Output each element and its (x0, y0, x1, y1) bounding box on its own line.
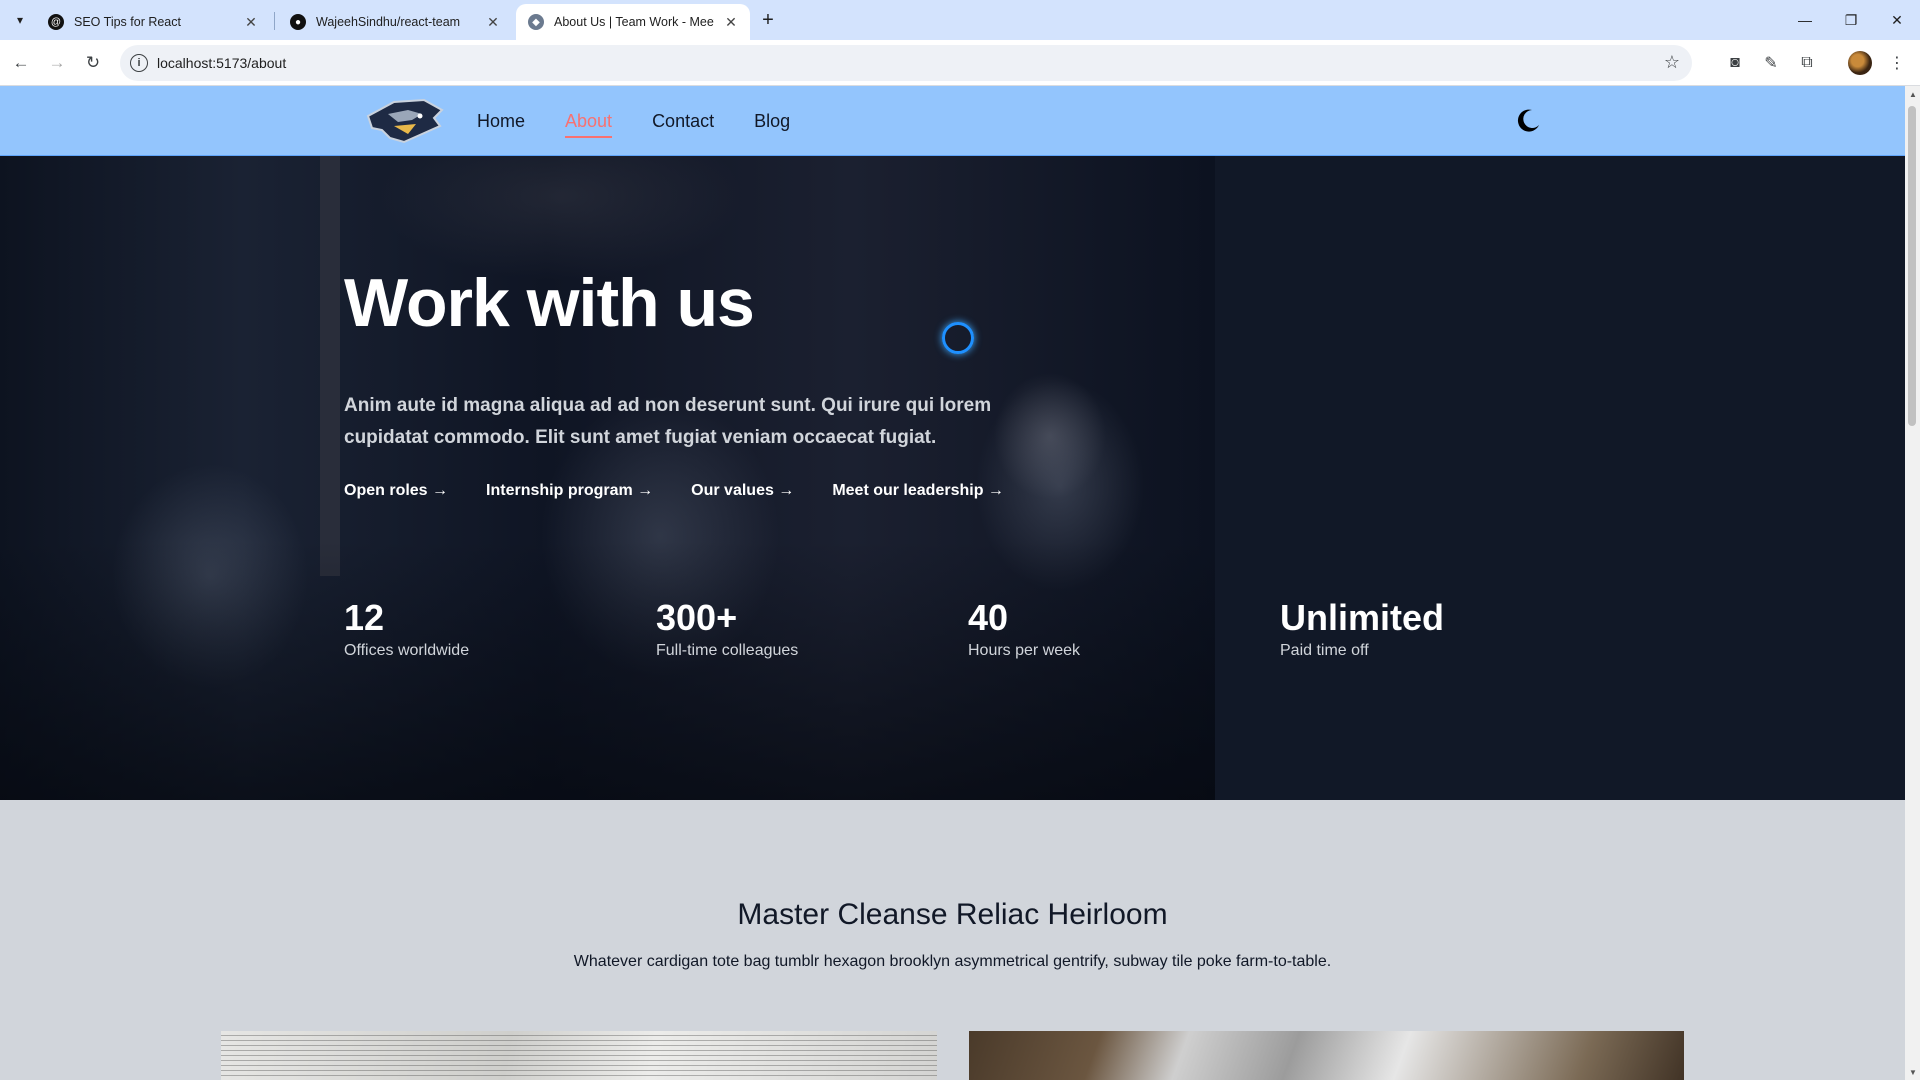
cursor-loading-ring-icon (942, 322, 974, 354)
stat-value: 40 (968, 597, 1009, 638)
bookmark-star-icon[interactable]: ☆ (1664, 52, 1680, 73)
browser-toolbar: ← → ↻ i localhost:5173/about ☆ ◙ ✎ ⧉ ⋮ (0, 40, 1920, 86)
extensions-icon[interactable]: ⧉ (1794, 50, 1820, 76)
stat-colleagues: 300+ Full-time colleagues (656, 596, 798, 660)
tab-title: WajeehSindhu/react-team (316, 15, 461, 29)
nav-contact[interactable]: Contact (652, 111, 714, 132)
new-tab-button[interactable]: + (756, 8, 780, 32)
open-roles-link[interactable]: Open roles → (344, 482, 448, 500)
stat-value: 300+ (656, 597, 738, 638)
browser-tab-github[interactable]: ● WajeehSindhu/react-team ✕ (278, 4, 512, 40)
site-info-icon[interactable]: i (130, 54, 148, 72)
laptop-image (969, 1031, 1684, 1080)
threads-icon: @ (48, 14, 64, 30)
camera-icon[interactable]: ◙ (1722, 50, 1748, 76)
stat-pto: Unlimited Paid time off (1280, 596, 1444, 660)
section-title: Master Cleanse Reliac Heirloom (737, 898, 1168, 931)
meet-leadership-link[interactable]: Meet our leadership → (832, 482, 1004, 500)
browser-tab-about[interactable]: ◆ About Us | Team Work - Meet t ✕ (516, 4, 750, 40)
tab-title: About Us | Team Work - Meet t (554, 15, 714, 29)
back-icon[interactable]: ← (6, 48, 36, 78)
stat-label: Full-time colleagues (656, 642, 799, 659)
close-icon[interactable]: ✕ (724, 14, 738, 31)
nav-home[interactable]: Home (477, 111, 525, 132)
url-text[interactable]: localhost:5173/about (157, 55, 286, 71)
stat-label: Paid time off (1280, 642, 1369, 659)
menu-kebab-icon[interactable]: ⋮ (1884, 50, 1910, 76)
stat-value: 12 (344, 597, 385, 638)
restore-icon[interactable]: ❐ (1828, 0, 1874, 40)
main-nav: Home About Contact Blog (477, 86, 790, 156)
team-photo-background (0, 156, 1215, 800)
eyedropper-icon[interactable]: ✎ (1758, 50, 1784, 76)
close-window-icon[interactable]: ✕ (1874, 0, 1920, 40)
tab-search-icon[interactable]: ▾ (8, 8, 32, 32)
hero-section: Work with us Anim aute id magna aliqua a… (0, 156, 1905, 800)
hero-subtitle: Anim aute id magna aliqua ad ad non dese… (344, 395, 992, 448)
site-header: Home About Contact Blog (0, 86, 1905, 156)
page-viewport: Home About Contact Blog Work with us Ani… (0, 86, 1905, 1080)
close-icon[interactable]: ✕ (486, 14, 500, 31)
github-icon: ● (290, 14, 306, 30)
newspaper-image (221, 1031, 937, 1080)
hero-links: Open roles → Internship program → Our va… (344, 482, 1004, 500)
stat-label: Offices worldwide (344, 642, 470, 659)
moon-icon[interactable] (1514, 106, 1542, 134)
forward-icon[interactable]: → (42, 48, 72, 78)
browser-tab-strip: ▾ @ SEO Tips for React ✕ ● WajeehSindhu/… (0, 0, 1920, 40)
nav-about[interactable]: About (565, 111, 613, 138)
our-values-link[interactable]: Our values → (691, 482, 794, 500)
close-icon[interactable]: ✕ (244, 14, 258, 31)
internship-program-link[interactable]: Internship program → (486, 482, 653, 500)
scrollbar-thumb[interactable] (1908, 106, 1916, 426)
scroll-down-icon[interactable]: ▼ (1909, 1068, 1917, 1077)
scroll-up-icon[interactable]: ▲ (1909, 90, 1917, 99)
stat-label: Hours per week (968, 642, 1081, 659)
reload-icon[interactable]: ↻ (78, 48, 108, 78)
section-subtitle: Whatever cardigan tote bag tumblr hexago… (573, 953, 1332, 970)
hero-title: Work with us (344, 265, 755, 341)
stat-hours: 40 Hours per week (968, 596, 1080, 660)
address-bar[interactable]: i localhost:5173/about ☆ (120, 45, 1692, 81)
predator-logo[interactable] (364, 94, 446, 148)
predator-logo-icon: ◆ (528, 14, 544, 30)
minimize-icon[interactable]: — (1782, 0, 1828, 40)
tab-title: SEO Tips for React (74, 15, 181, 29)
nav-blog[interactable]: Blog (754, 111, 790, 132)
stat-offices: 12 Offices worldwide (344, 596, 469, 660)
browser-tab-seo[interactable]: @ SEO Tips for React ✕ (36, 4, 270, 40)
stat-value: Unlimited (1280, 597, 1445, 638)
profile-avatar[interactable] (1848, 51, 1872, 75)
tab-divider (274, 12, 275, 30)
